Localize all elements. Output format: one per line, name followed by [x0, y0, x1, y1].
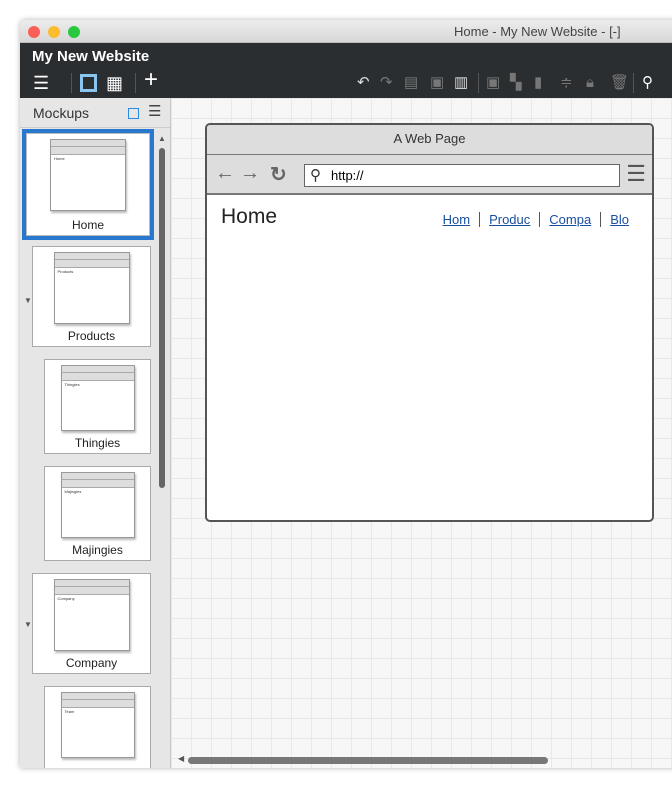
add-icon[interactable]: + [144, 68, 158, 92]
menu-icon[interactable]: ☰ [33, 74, 49, 92]
thumbnail-heading: Thingies [64, 382, 80, 387]
menu-icon: ☰ [626, 161, 646, 186]
thumbnail: Team [60, 692, 135, 758]
browser-title: A Web Page [207, 125, 652, 155]
thumbnail-heading: Products [57, 269, 74, 274]
mockup-label: Products [67, 329, 116, 343]
mockup-item-home[interactable]: Home Home [22, 129, 154, 240]
copy-icon[interactable]: ▤ [404, 74, 418, 92]
panel-title: Mockups [33, 105, 90, 121]
collapse-arrow-icon[interactable]: ▼ [24, 296, 32, 305]
project-title: My New Website [32, 48, 150, 65]
arrange-icon[interactable]: ▮ [534, 74, 542, 92]
trash-icon[interactable]: 🗑︎ [610, 74, 629, 92]
paste-icon[interactable]: ▥ [454, 74, 468, 92]
divider [478, 73, 479, 93]
window-title: Home - My New Website - [-] [454, 24, 621, 39]
divider [633, 73, 634, 93]
ungroup-icon[interactable]: ▚ [510, 74, 522, 92]
nav-links: Hom Produc Compa Blo [434, 212, 638, 227]
search-icon[interactable]: ⚲ [642, 74, 653, 92]
thumbnail-view-icon[interactable] [128, 108, 139, 119]
group-icon[interactable]: ▣ [486, 74, 500, 92]
collapse-arrow-icon[interactable]: ▼ [24, 620, 32, 629]
mockup-label: Company [65, 656, 118, 670]
toolbar: My New Website ☰ ▦ + ↶ ↷ ▤ ▣ ▥ ▣ ▚ ▮ ≑ 🔒… [20, 43, 672, 98]
minimize-button[interactable] [48, 26, 60, 38]
divider [135, 73, 136, 93]
mockup-label: Thingies [74, 436, 121, 450]
canvas-scrollbar[interactable]: ◀ [178, 754, 672, 766]
forward-icon: → [240, 162, 260, 184]
mockup-label: Majingies [72, 543, 123, 557]
app-window: Home - My New Website - [-] My New Websi… [20, 20, 672, 768]
nav-link-home[interactable]: Hom [434, 212, 479, 227]
mockup-item-thingies[interactable]: Thingies Thingies [44, 359, 151, 454]
nav-link-blog[interactable]: Blo [600, 212, 638, 227]
mockup-label: Home [71, 218, 104, 232]
list-view-icon[interactable]: ☰ [148, 102, 161, 120]
thumbnail-heading: Team [64, 709, 75, 714]
url-field: ⚲ http:// [304, 164, 620, 187]
browser-nav: ← → ↻ ⚲ http:// ☰ [207, 155, 652, 195]
scrollbar-thumb[interactable] [188, 757, 548, 764]
nav-link-company[interactable]: Compa [539, 212, 600, 227]
cut-icon[interactable]: ▣ [430, 74, 444, 92]
mockup-item-team[interactable]: Team [44, 686, 151, 768]
search-icon: ⚲ [310, 167, 321, 184]
align-icon[interactable]: ≑ [560, 74, 573, 92]
thumbnail: Company [53, 579, 130, 651]
scroll-up-icon[interactable]: ▲ [158, 134, 166, 143]
page-heading: Home [221, 205, 278, 228]
divider [71, 73, 72, 93]
thumbnail: Majingies [60, 472, 135, 538]
redo-icon[interactable]: ↷ [380, 74, 393, 92]
lock-icon[interactable]: 🔒︎ [586, 74, 594, 92]
panel-header: Mockups ☰ [20, 98, 170, 128]
mockups-panel: Mockups ☰ Home Home ▼ Products Products … [20, 98, 171, 768]
scrollbar-thumb[interactable] [159, 148, 165, 488]
zoom-button[interactable] [68, 26, 80, 38]
thumbnail: Products [53, 252, 130, 324]
browser-mockup[interactable]: A Web Page ← → ↻ ⚲ http:// ☰ Home Hom Pro… [205, 123, 654, 522]
thumbnail: Thingies [60, 365, 135, 431]
close-button[interactable] [28, 26, 40, 38]
thumbnail-heading: Company [57, 596, 75, 601]
back-icon: ← [215, 162, 235, 184]
sidebar-scrollbar[interactable]: ▲ [157, 134, 167, 768]
nav-link-products[interactable]: Produc [479, 212, 539, 227]
scroll-left-icon[interactable]: ◀ [178, 754, 184, 763]
mockup-item-products[interactable]: Products Products [32, 246, 151, 347]
canvas[interactable]: A Web Page ← → ↻ ⚲ http:// ☰ Home Hom Pro… [171, 98, 672, 768]
mockup-item-majingies[interactable]: Majingies Majingies [44, 466, 151, 561]
url-text: http:// [331, 168, 364, 183]
mockup-item-company[interactable]: Company Company [32, 573, 151, 674]
thumbnail-heading: Majingies [64, 489, 82, 494]
reload-icon: ↻ [270, 164, 287, 186]
thumbnail: Home [50, 139, 126, 211]
grid-view-icon[interactable]: ▦ [106, 74, 123, 92]
undo-icon[interactable]: ↶ [357, 74, 370, 92]
thumbnail-heading: Home [54, 156, 65, 161]
single-view-icon[interactable] [80, 74, 97, 92]
title-bar: Home - My New Website - [-] [20, 20, 672, 43]
